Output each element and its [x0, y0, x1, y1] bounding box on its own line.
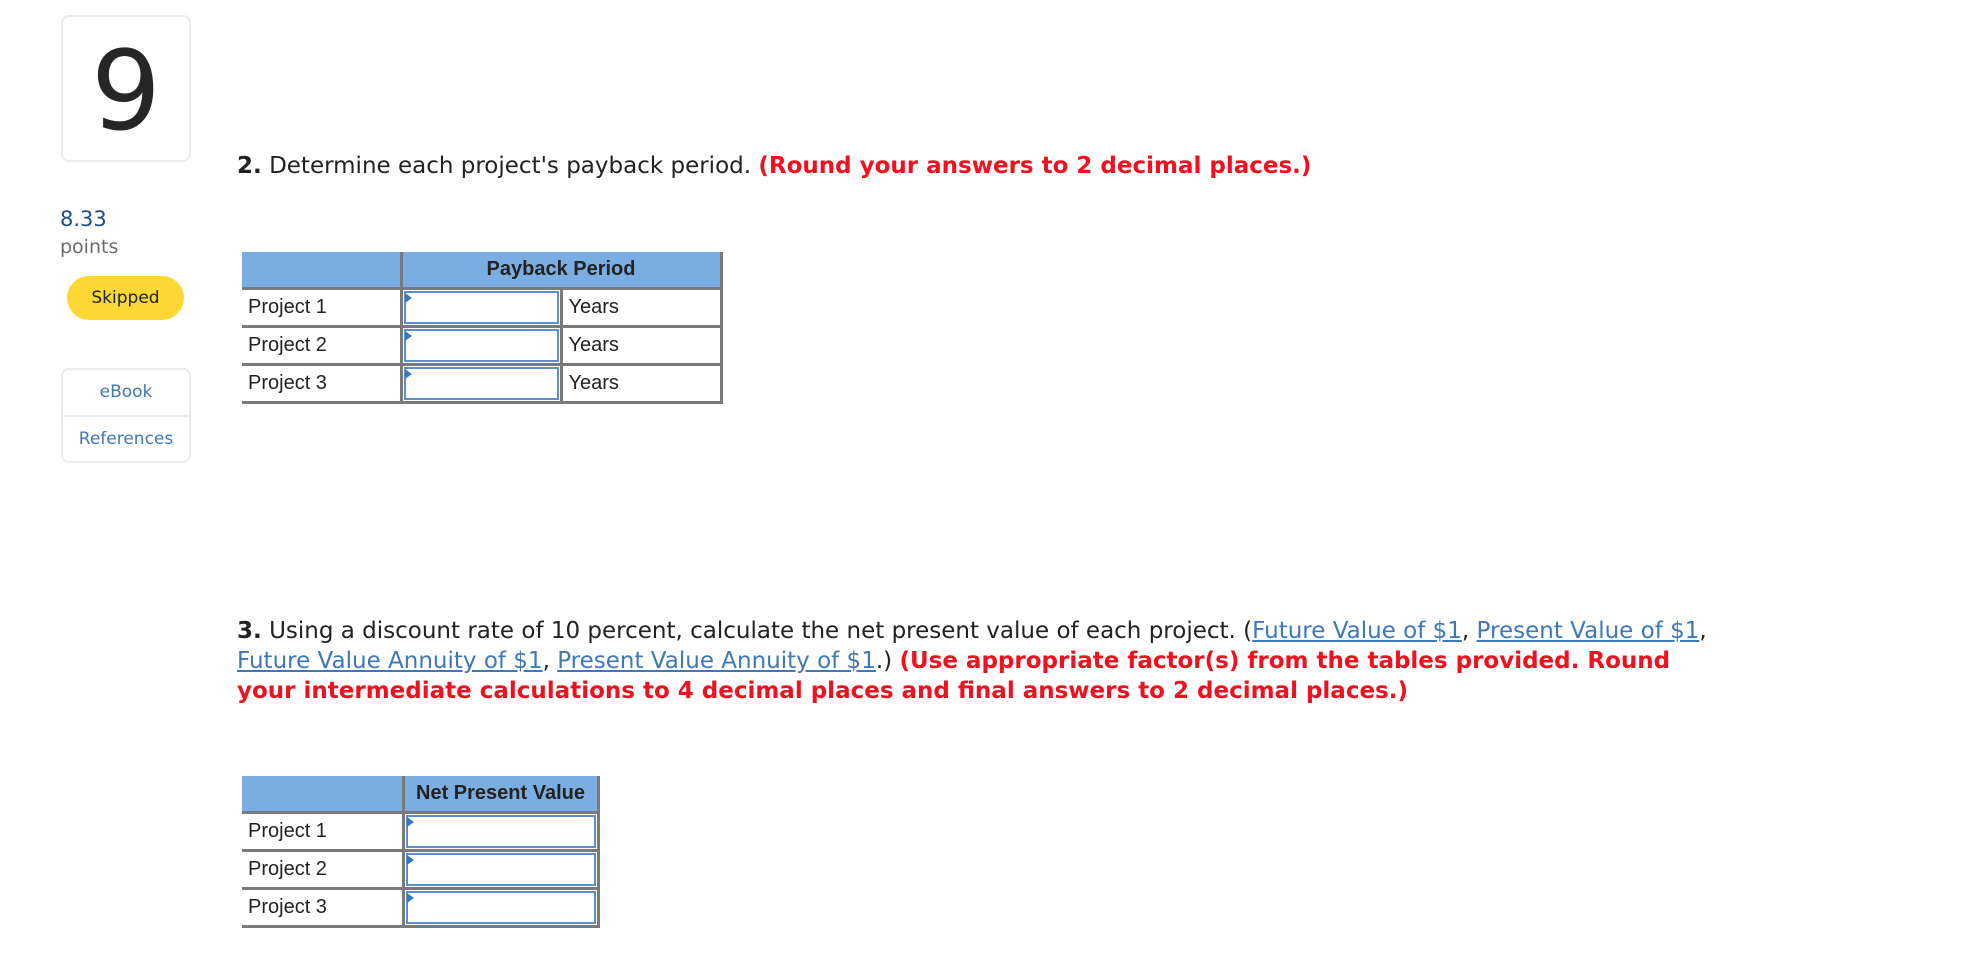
unit-label: Years [561, 324, 723, 364]
net-present-value-table: Net Present Value Project 1 Project 2 Pr… [242, 776, 600, 928]
question-3-number: 3. [237, 618, 262, 644]
question-3-prompt: 3. Using a discount rate of 10 percent, … [237, 616, 1727, 706]
points-value: 8.33 [60, 207, 107, 231]
table-row: Project 3 [242, 886, 600, 928]
unit-label: Years [561, 286, 723, 326]
table-row: Project 1 Years [242, 286, 723, 326]
header-blank-cell [242, 776, 405, 812]
row-label: Project 1 [242, 286, 401, 326]
resources-panel: eBook References [61, 368, 191, 463]
table-header-row: Net Present Value [242, 776, 600, 812]
question-3-text: Using a discount rate of 10 percent, cal… [269, 618, 1236, 644]
link-separator: , [1699, 618, 1707, 644]
payback-period-header: Payback Period [399, 252, 723, 288]
unit-label: Years [561, 362, 723, 404]
references-link[interactable]: References [63, 414, 189, 462]
input-cell [401, 848, 600, 888]
future-value-annuity-link[interactable]: Future Value Annuity of $1 [237, 648, 543, 674]
question-2-instruction: (Round your answers to 2 decimal places.… [758, 153, 1312, 179]
input-cell [401, 886, 600, 928]
input-cell [401, 810, 600, 850]
ebook-link[interactable]: eBook [63, 370, 189, 415]
table-row: Project 2 Years [242, 324, 723, 364]
npv-project-1-input[interactable] [405, 814, 596, 848]
open-paren: ( [1243, 618, 1253, 644]
question-number: 9 [91, 26, 161, 155]
input-cell [399, 362, 563, 404]
present-value-link[interactable]: Present Value of $1 [1477, 618, 1700, 644]
future-value-link[interactable]: Future Value of $1 [1252, 618, 1462, 644]
table-row: Project 2 [242, 848, 600, 888]
points-label: points [60, 236, 119, 258]
link-separator: , [1461, 618, 1477, 644]
row-label: Project 2 [242, 324, 401, 364]
question-2-text: Determine each project's payback period. [269, 153, 752, 179]
npv-project-3-input[interactable] [405, 890, 596, 924]
header-blank-cell [242, 252, 403, 288]
present-value-annuity-link[interactable]: Present Value Annuity of $1 [557, 648, 876, 674]
question-number-box: 9 [61, 15, 191, 162]
payback-project-3-input[interactable] [403, 366, 559, 400]
close-paren: .) [875, 648, 893, 674]
row-label: Project 1 [242, 810, 403, 850]
table-row: Project 1 [242, 810, 600, 850]
question-2-prompt: 2. Determine each project's payback peri… [237, 151, 1737, 181]
payback-period-table: Payback Period Project 1 Years Project 2… [242, 252, 723, 404]
table-row: Project 3 Years [242, 362, 723, 404]
row-label: Project 3 [242, 362, 401, 404]
row-label: Project 3 [242, 886, 403, 928]
status-badge: Skipped [67, 276, 184, 320]
npv-project-2-input[interactable] [405, 852, 596, 886]
input-cell [399, 324, 563, 364]
payback-project-2-input[interactable] [403, 328, 559, 362]
input-cell [399, 286, 563, 326]
row-label: Project 2 [242, 848, 403, 888]
question-2-number: 2. [237, 153, 262, 179]
net-present-value-header: Net Present Value [401, 776, 600, 812]
link-separator: , [542, 648, 558, 674]
payback-project-1-input[interactable] [403, 290, 559, 324]
table-header-row: Payback Period [242, 252, 723, 288]
